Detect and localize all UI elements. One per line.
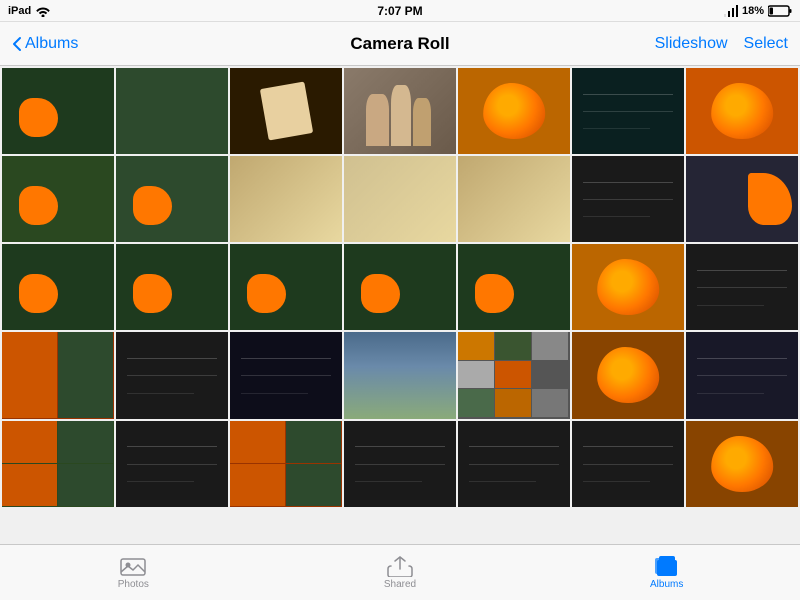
albums-tab-label: Albums	[650, 579, 683, 590]
signal-icon	[722, 5, 738, 17]
photo-thumbnail[interactable]	[2, 244, 114, 330]
photo-thumbnail[interactable]	[572, 332, 684, 418]
photo-thumbnail[interactable]	[344, 68, 456, 154]
photo-thumbnail[interactable]	[686, 421, 798, 507]
wifi-icon	[35, 5, 51, 17]
photo-thumbnail[interactable]	[2, 156, 114, 242]
photo-thumbnail[interactable]	[116, 421, 228, 507]
photo-thumbnail[interactable]	[344, 156, 456, 242]
photo-thumbnail[interactable]	[686, 332, 798, 418]
photo-thumbnail[interactable]	[2, 68, 114, 154]
photos-svg	[120, 556, 146, 576]
photo-thumbnail[interactable]	[686, 68, 798, 154]
shared-icon	[386, 555, 414, 577]
photo-thumbnail[interactable]	[458, 244, 570, 330]
photo-thumbnail[interactable]	[458, 68, 570, 154]
grid-container	[2, 68, 798, 507]
photo-thumbnail[interactable]	[230, 421, 342, 507]
select-button[interactable]: Select	[744, 35, 788, 53]
photo-thumbnail[interactable]	[116, 156, 228, 242]
photo-thumbnail[interactable]	[458, 421, 570, 507]
status-left: iPad	[8, 5, 51, 17]
photos-icon	[119, 555, 147, 577]
photo-thumbnail[interactable]	[572, 244, 684, 330]
back-label: Albums	[25, 35, 78, 53]
status-bar: iPad 7:07 PM 18%	[0, 0, 800, 22]
photo-thumbnail[interactable]	[344, 421, 456, 507]
nav-actions: Slideshow Select	[655, 35, 788, 53]
photo-thumbnail[interactable]	[2, 421, 114, 507]
photo-thumbnail[interactable]	[458, 332, 570, 418]
photo-thumbnail[interactable]	[230, 332, 342, 418]
battery-label: 18%	[742, 5, 764, 17]
photo-thumbnail[interactable]	[344, 244, 456, 330]
tab-bar: Photos Shared Albums	[0, 544, 800, 600]
page-title: Camera Roll	[350, 34, 449, 54]
tab-photos[interactable]: Photos	[0, 549, 267, 596]
back-chevron-icon	[12, 36, 22, 52]
slideshow-button[interactable]: Slideshow	[655, 35, 728, 53]
photo-thumbnail[interactable]	[230, 156, 342, 242]
back-button[interactable]: Albums	[12, 35, 78, 53]
photo-thumbnail[interactable]	[686, 244, 798, 330]
battery-icon	[768, 5, 792, 17]
tab-albums[interactable]: Albums	[533, 549, 800, 596]
photo-thumbnail[interactable]	[686, 156, 798, 242]
tab-shared[interactable]: Shared	[267, 549, 534, 596]
nav-bar: Albums Camera Roll Slideshow Select	[0, 22, 800, 66]
photo-thumbnail[interactable]	[572, 421, 684, 507]
shared-tab-label: Shared	[384, 579, 416, 590]
photos-tab-label: Photos	[118, 579, 149, 590]
photo-thumbnail[interactable]	[458, 156, 570, 242]
photo-thumbnail[interactable]	[116, 332, 228, 418]
photo-thumbnail[interactable]	[572, 156, 684, 242]
photo-thumbnail[interactable]	[116, 244, 228, 330]
carrier-label: iPad	[8, 5, 31, 17]
photo-thumbnail[interactable]	[230, 68, 342, 154]
albums-icon	[653, 555, 681, 577]
photo-thumbnail[interactable]	[230, 244, 342, 330]
photo-thumbnail[interactable]	[344, 332, 456, 418]
photo-thumbnail[interactable]	[572, 68, 684, 154]
photo-thumbnail[interactable]	[116, 68, 228, 154]
status-time: 7:07 PM	[377, 4, 422, 18]
albums-svg	[654, 555, 680, 577]
photo-grid	[0, 66, 800, 544]
status-right: 18%	[722, 5, 792, 17]
shared-svg	[387, 555, 413, 577]
photo-thumbnail[interactable]	[2, 332, 114, 418]
